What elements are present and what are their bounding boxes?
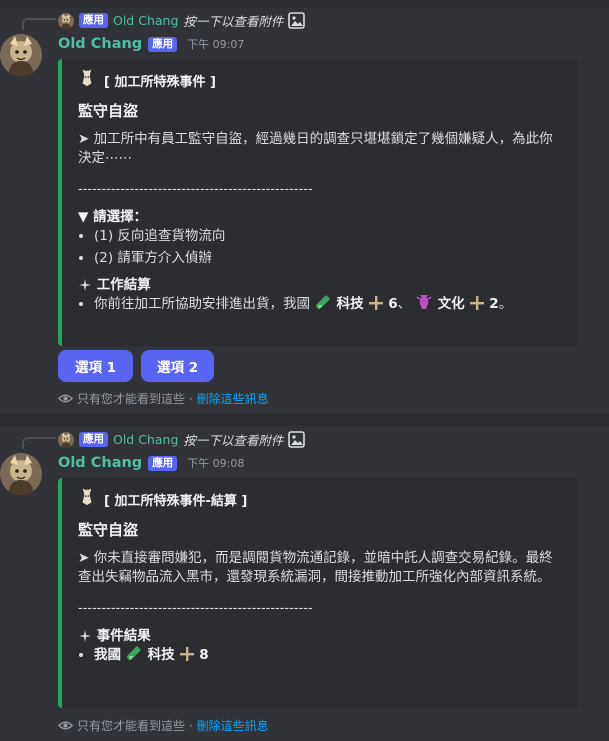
message-header: Old Chang 應用 下午 09:07 [58,36,244,52]
bunny-icon [78,488,96,510]
test-tube-icon [314,293,332,318]
reply-preview[interactable]: 應用 Old Chang 按一下以查看附件 [58,430,306,449]
reply-text[interactable]: 按一下以查看附件 [183,430,283,449]
result-list: 我國 科技 8 [78,644,564,669]
ephemeral-text: 只有您才能看到這些 · [77,719,193,733]
message-2: 應用 Old Chang 按一下以查看附件 Old Chang 應用 下午 09… [0,420,609,741]
reply-app-badge: 應用 [79,432,108,447]
author-name[interactable]: Old Chang [58,36,142,52]
reply-text[interactable]: 按一下以查看附件 [183,11,283,30]
result-list: 你前往加工所協助安排進出貨，我國 科技 6、 文化 2。 [78,293,564,318]
result-embed: [ 加工所特殊事件-結算 ] 監守自盜 ➤ 你未直接審問嫌犯，而是調閱貨物流通記… [58,478,578,708]
ephemeral-notice: 只有您才能看到這些 · 刪除這些訊息 [58,390,269,407]
app-badge: 應用 [148,455,178,471]
image-icon [288,12,306,29]
embed-separator: ----------------------------------------… [78,601,313,616]
bunny-icon [78,69,96,91]
plus-icon [368,295,384,318]
ephemeral-notice: 只有您才能看到這些 · 刪除這些訊息 [58,717,269,734]
plus-icon [469,295,485,318]
list-item: 你前往加工所協助安排進出貨，我國 科技 6、 文化 2。 [94,293,564,318]
reply-preview[interactable]: 應用 Old Chang 按一下以查看附件 [58,11,306,30]
image-icon [288,431,306,448]
amphora-icon [415,293,433,318]
author-avatar[interactable] [0,34,42,76]
reply-author-name[interactable]: Old Chang [113,432,178,447]
ephemeral-text: 只有您才能看到這些 · [77,392,193,406]
field-result-title: 工作結算 [78,273,564,293]
list-item: 我國 科技 8 [94,644,564,669]
list-item: (2) 請軍方介入偵辦 [94,247,564,269]
timestamp: 下午 09:07 [187,38,245,51]
field-result-title: 事件結果 [78,624,564,644]
option-1-button[interactable]: 選項 1 [58,350,133,382]
embed-subtitle: 監守自盜 [78,521,139,539]
eye-icon [58,718,73,733]
reply-avatar [58,12,74,29]
author-name[interactable]: Old Chang [58,455,142,471]
embed-description: ➤ 加工所中有員工監守自盜，經過幾日的調查只堪堪鎖定了幾個嫌疑人，為此你決定⋯⋯ [78,131,553,166]
embed-separator: ----------------------------------------… [78,182,313,197]
plus-icon [179,646,195,669]
field-choice-title: ▼ 請選擇： [78,209,148,225]
reply-connector [22,437,56,449]
eye-icon [58,391,73,406]
option-2-button[interactable]: 選項 2 [141,350,214,382]
reply-app-badge: 應用 [79,13,108,28]
test-tube-icon [125,644,143,669]
embed-subtitle: 監守自盜 [78,102,139,120]
event-embed: [ 加工所特殊事件 ] 監守自盜 ➤ 加工所中有員工監守自盜，經過幾日的調查只堪… [58,59,578,346]
reply-connector [22,18,56,30]
dismiss-messages-link[interactable]: 刪除這些訊息 [197,717,269,734]
message-1: 應用 Old Chang 按一下以查看附件 Old Chang 應用 下午 09… [0,0,609,410]
option-buttons: 選項 1 選項 2 [58,350,214,382]
app-badge: 應用 [148,36,178,52]
reply-author-name[interactable]: Old Chang [113,13,178,28]
embed-description: ➤ 你未直接審問嫌犯，而是調閱貨物流通記錄，並暗中託人調查交易紀錄。最終查出失竊… [78,550,553,585]
embed-title: [ 加工所特殊事件-結算 ] [78,488,564,510]
choice-list: (1) 反向追查貨物流向 (2) 請軍方介入偵辦 [78,225,564,269]
list-item: (1) 反向追查貨物流向 [94,225,564,247]
reply-avatar [58,431,74,448]
embed-title: [ 加工所特殊事件 ] [78,69,564,91]
message-header: Old Chang 應用 下午 09:08 [58,455,244,471]
timestamp: 下午 09:08 [187,457,245,470]
dismiss-messages-link[interactable]: 刪除這些訊息 [197,390,269,407]
author-avatar[interactable] [0,453,42,495]
